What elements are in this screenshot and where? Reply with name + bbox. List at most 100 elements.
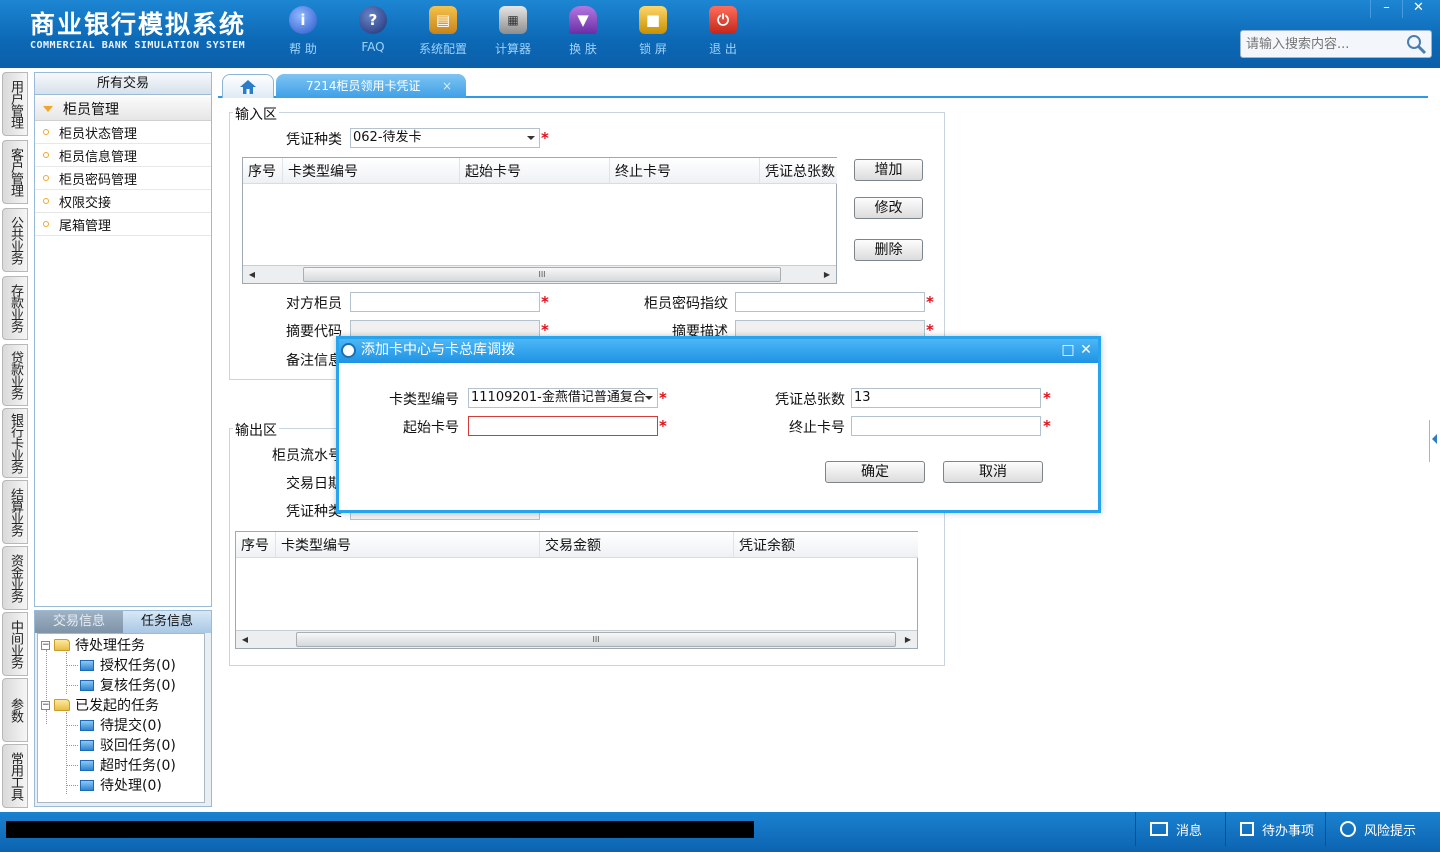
output-grid-scrollbar[interactable]: ◀ III ▶ <box>236 630 917 648</box>
nav-item-teller-info[interactable]: 柜员信息管理 <box>35 144 211 167</box>
close-tab-icon[interactable]: × <box>442 74 452 98</box>
tree-node-auth-tasks[interactable]: 授权任务(0) <box>80 655 176 675</box>
tree-node-timeout[interactable]: 超时任务(0) <box>80 755 176 775</box>
vtab-loan-business[interactable]: 贷款业务 <box>2 344 28 406</box>
output-grid-header: 序号 卡类型编号 交易金额 凭证余额 <box>236 532 918 558</box>
scroll-right-icon[interactable]: ▶ <box>818 266 836 283</box>
vtab-label: 资金业务 <box>8 554 23 602</box>
tree-node-label: 待处理任务 <box>75 638 145 654</box>
vtab-label: 贷款业务 <box>8 351 23 399</box>
counterparty-teller-input[interactable] <box>350 292 540 312</box>
nav-item-label: 尾箱管理 <box>59 218 112 234</box>
required-mark: * <box>926 293 934 311</box>
vtab-bank-card-business[interactable]: 银行卡业务 <box>2 408 28 478</box>
exit-button[interactable]: ⏻ 退 出 <box>688 6 758 57</box>
nav-group-teller-management[interactable]: 柜员管理 <box>35 97 211 121</box>
scroll-left-icon[interactable]: ◀ <box>236 631 254 648</box>
scroll-right-icon[interactable]: ▶ <box>899 631 917 648</box>
start-card-input[interactable] <box>468 416 658 436</box>
voucher-type-select[interactable]: 062-待发卡 <box>350 128 540 148</box>
tree-node-label: 待提交(0) <box>100 718 162 734</box>
tree-node-pending-tasks[interactable]: − 待处理任务 <box>41 635 145 655</box>
cancel-button[interactable]: 取消 <box>943 461 1043 483</box>
vtab-customer-management[interactable]: 客户管理 <box>2 140 28 204</box>
collapse-icon[interactable]: − <box>41 700 50 710</box>
close-window-button[interactable]: ✕ <box>1402 0 1434 18</box>
app-header: 商业银行模拟系统 COMMERCIAL BANK SIMULATION SYST… <box>0 0 1440 68</box>
tab-task-info[interactable]: 任务信息 <box>123 611 211 633</box>
dialog-titlebar[interactable]: 添加卡中心与卡总库调拨 □ ✕ <box>339 339 1098 363</box>
col-seq: 序号 <box>236 532 276 557</box>
tree-node-label: 超时任务(0) <box>100 758 176 774</box>
modify-button[interactable]: 修改 <box>854 197 923 219</box>
skin-button[interactable]: ▼ 换 肤 <box>548 6 618 57</box>
envelope-icon <box>1150 822 1168 836</box>
scroll-thumb[interactable]: III <box>296 632 896 647</box>
vtab-settlement-business[interactable]: 结算业务 <box>2 480 28 544</box>
faq-label: FAQ <box>361 40 385 54</box>
counterparty-teller-label: 对方柜员 <box>286 296 342 312</box>
tree-node-label: 授权任务(0) <box>100 658 176 674</box>
tree-node-review-tasks[interactable]: 复核任务(0) <box>80 675 176 695</box>
nav-item-tail-box[interactable]: 尾箱管理 <box>35 213 211 236</box>
risk-alert-button[interactable]: 风险提示 <box>1325 812 1440 846</box>
nav-item-permission-handover[interactable]: 权限交接 <box>35 190 211 213</box>
col-amount: 交易金额 <box>540 532 734 557</box>
system-config-button[interactable]: ▤ 系统配置 <box>408 6 478 57</box>
faq-button[interactable]: ? FAQ <box>338 6 408 57</box>
vtab-user-management[interactable]: 用户管理 <box>2 72 28 136</box>
input-area-legend: 输入区 <box>233 104 279 124</box>
confirm-button[interactable]: 确定 <box>825 461 925 483</box>
nav-header[interactable]: 所有交易 <box>35 73 211 95</box>
tab-7214[interactable]: 7214柜员领用卡凭证 × <box>276 74 466 98</box>
minimize-button[interactable]: – <box>1370 0 1402 18</box>
end-card-label: 终止卡号 <box>789 420 845 436</box>
nav-item-teller-status[interactable]: 柜员状态管理 <box>35 121 211 144</box>
help-button[interactable]: i 帮 助 <box>268 6 338 57</box>
task-tabs: 交易信息 任务信息 <box>35 611 211 633</box>
tree-node-to-process[interactable]: 待处理(0) <box>80 775 162 795</box>
vtab-public-business[interactable]: 公共业务 <box>2 208 28 272</box>
search-icon[interactable] <box>1405 33 1427 55</box>
scroll-left-icon[interactable]: ◀ <box>243 266 261 283</box>
right-panel-handle[interactable] <box>1429 420 1439 462</box>
end-card-input[interactable] <box>851 416 1041 436</box>
calculator-button[interactable]: ▦ 计算器 <box>478 6 548 57</box>
total-count-input[interactable]: 13 <box>851 388 1041 408</box>
remark-label: 备注信息 <box>286 353 342 369</box>
messages-button[interactable]: 消息 <box>1135 812 1225 846</box>
tree-node-rejected[interactable]: 驳回任务(0) <box>80 735 176 755</box>
tree-node-initiated-tasks[interactable]: − 已发起的任务 <box>41 695 159 715</box>
fingerprint-label: 柜员密码指纹 <box>644 296 728 312</box>
folder-icon <box>80 779 94 791</box>
tree-line <box>66 665 78 666</box>
add-button[interactable]: 增加 <box>854 159 923 181</box>
fingerprint-input[interactable] <box>735 292 925 312</box>
tab-transaction-info[interactable]: 交易信息 <box>35 611 123 633</box>
search-input[interactable] <box>1241 31 1401 57</box>
bullet-icon <box>43 221 49 227</box>
required-mark: * <box>541 293 549 311</box>
scroll-thumb[interactable]: III <box>303 267 781 282</box>
card-type-select[interactable]: 11109201-金燕借记普通复合 <box>468 388 658 408</box>
voucher-grid-scrollbar[interactable]: ◀ III ▶ <box>243 265 836 283</box>
tree-node-to-submit[interactable]: 待提交(0) <box>80 715 162 735</box>
tab-home[interactable] <box>222 74 274 98</box>
vtab-common-tools[interactable]: 常用工具 <box>2 744 28 808</box>
collapse-icon[interactable]: − <box>41 640 50 650</box>
nav-item-teller-password[interactable]: 柜员密码管理 <box>35 167 211 190</box>
nav-item-label: 权限交接 <box>59 195 112 211</box>
maximize-icon[interactable]: □ <box>1060 341 1076 359</box>
tree-line <box>66 652 67 694</box>
output-area-legend: 输出区 <box>233 420 279 440</box>
nav-group-label: 柜员管理 <box>63 101 119 118</box>
vtab-deposit-business[interactable]: 存款业务 <box>2 276 28 340</box>
delete-button[interactable]: 删除 <box>854 239 923 261</box>
lock-screen-button[interactable]: ■ 锁 屏 <box>618 6 688 57</box>
todo-button[interactable]: 待办事项 <box>1225 812 1325 846</box>
vtab-fund-business[interactable]: 资金业务 <box>2 546 28 610</box>
close-icon[interactable]: ✕ <box>1078 341 1094 359</box>
vtab-intermediate-business[interactable]: 中间业务 <box>2 612 28 676</box>
vtab-parameters[interactable]: 参数 <box>2 678 28 742</box>
bullet-icon <box>43 198 49 204</box>
